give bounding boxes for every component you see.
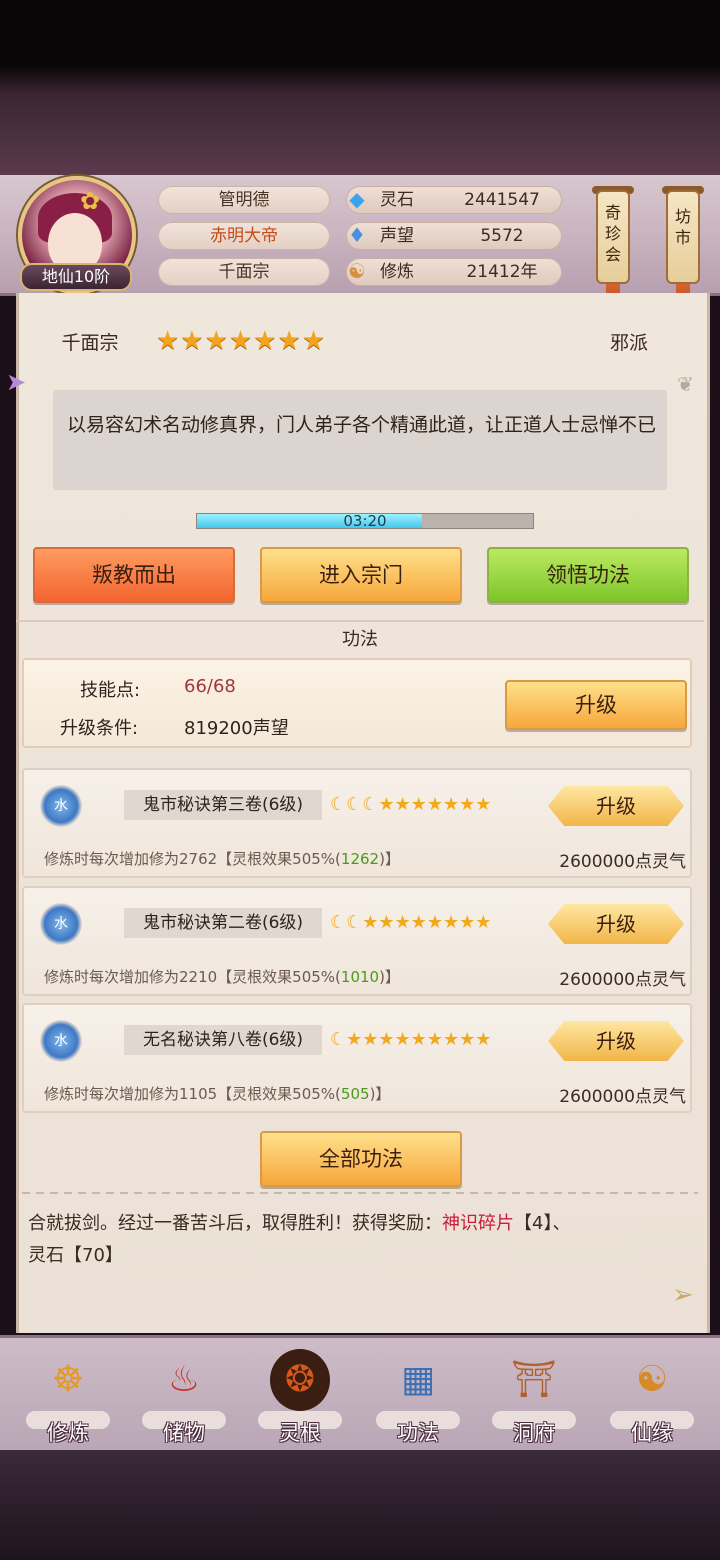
market-label: 坊市 [675,207,692,247]
nav-label: 洞府 [513,1421,555,1445]
timer-progress-bar: 03:20 [196,512,534,530]
technique-stars: ☾★★★★★★★★★ [330,1029,492,1050]
skill-points-value: 66/68 [184,676,236,697]
player-title: 赤明大帝 [158,222,330,250]
stat-label: 灵石 [380,190,414,210]
top-background [0,0,720,175]
section-divider [16,620,704,622]
rank-badge: 地仙10阶 [20,263,132,291]
water-element-icon: 水 [40,1020,82,1062]
upgrade-technique-button[interactable]: 升级 [548,904,684,944]
stat-spirit-stone: ◆ 灵石 2441547 [346,186,562,214]
sect-name-banner: 千面宗 [30,328,150,358]
technique-name: 鬼市秘诀第三卷(6级) [124,790,322,820]
technique-cost: 2600000点灵气 [559,852,686,872]
all-techniques-button[interactable]: 全部功法 [260,1131,462,1187]
spirit-stone-icon: ◆ [349,187,365,211]
meditation-icon: ☯ [348,259,366,283]
nav-immortal-fate[interactable]: ☯ 仙缘 [602,1345,702,1449]
water-element-icon: 水 [40,785,82,827]
nav-label: 灵根 [279,1421,321,1445]
nav-spirit-root[interactable]: ❂ 灵根 [250,1345,350,1449]
stat-label: 修炼 [380,262,414,282]
stat-value: 2441547 [464,190,540,210]
sect-description: 以易容幻术名动修真界，门人弟子各个精通此道，让正道人士忌惮不已 [67,414,657,436]
nav-storage[interactable]: ♨ 储物 [134,1345,234,1449]
technique-cost: 2600000点灵气 [559,1087,686,1107]
message-divider [22,1192,698,1194]
stat-reputation: ♦ 声望 5572 [346,222,562,250]
nav-cultivate[interactable]: ☸ 修炼 [18,1345,118,1449]
sect-description-box: 以易容幻术名动修真界，门人弟子各个精通此道，让正道人士忌惮不已 [53,390,667,490]
betray-sect-button[interactable]: 叛教而出 [33,547,235,603]
upgrade-technique-button[interactable]: 升级 [548,1021,684,1061]
storage-bag-icon: ♨ [167,1359,201,1400]
nav-label: 修炼 [47,1421,89,1445]
nav-label: 功法 [397,1421,439,1445]
technique-description: 修炼时每次增加修为2210【灵根效果505%(1010)】 [44,968,400,986]
sect-alignment-banner: 邪派 [570,328,688,358]
skill-points-label: 技能点: [80,680,141,701]
player-sect: 千面宗 [158,258,330,286]
cave-dwelling-icon: ⛩ [511,1359,557,1400]
spirit-root-icon: ❂ [270,1349,330,1411]
upgrade-condition-label: 升级条件: [60,718,139,739]
treasure-fair-label: 奇珍会 [605,203,622,264]
comprehend-technique-button[interactable]: 领悟功法 [487,547,689,603]
technique-stars: ☾☾☾★★★★★★★ [330,794,492,815]
sect-rating-stars: ★★★★★★★ [156,326,327,356]
enter-sect-button[interactable]: 进入宗门 [260,547,462,603]
technique-name: 无名秘诀第八卷(6级) [124,1025,322,1055]
cultivate-icon: ☸ [51,1359,85,1400]
treasure-fair-button[interactable]: 奇珍会 [596,190,630,284]
technique-description: 修炼时每次增加修为1105【灵根效果505%(505)】 [44,1085,391,1103]
upgrade-condition-value: 819200声望 [184,718,289,739]
reputation-icon: ♦ [348,223,366,247]
side-arrow-icon[interactable]: ➤ [6,368,26,396]
timer-text: 03:20 [343,512,387,530]
stat-value: 5572 [480,226,524,246]
upgrade-skill-points-button[interactable]: 升级 [505,680,687,730]
water-element-icon: 水 [40,903,82,945]
nav-cave[interactable]: ⛩ 洞府 [484,1345,584,1449]
upgrade-technique-button[interactable]: 升级 [548,786,684,826]
technique-cost: 2600000点灵气 [559,970,686,990]
stat-value: 21412年 [466,262,538,282]
techniques-section-title: 功法 [342,629,378,650]
technique-stars: ☾☾★★★★★★★★ [330,912,492,933]
nav-label: 仙缘 [631,1421,673,1445]
technique-name: 鬼市秘诀第二卷(6级) [124,908,322,938]
player-name: 管明德 [158,186,330,214]
immortal-fate-icon: ☯ [635,1359,669,1400]
battle-message: 合就拔剑。经过一番苦斗后，取得胜利！获得奖励：神识碎片【4】、 灵石【70】 [28,1213,571,1266]
flower-ornament-icon: ✿ [80,187,101,215]
next-arrow-icon[interactable]: ➢ [672,1280,694,1310]
technique-book-icon: ▦ [400,1359,435,1400]
nav-techniques[interactable]: ▦ 功法 [368,1345,468,1449]
stat-label: 声望 [380,226,414,246]
stat-cultivation: ☯ 修炼 21412年 [346,258,562,286]
nav-label: 储物 [163,1421,205,1445]
bottom-background [0,1450,720,1560]
market-button[interactable]: 坊市 [666,190,700,284]
technique-description: 修炼时每次增加修为2762【灵根效果505%(1262)】 [44,850,400,868]
corner-ornament-icon: ❦ [677,372,694,396]
